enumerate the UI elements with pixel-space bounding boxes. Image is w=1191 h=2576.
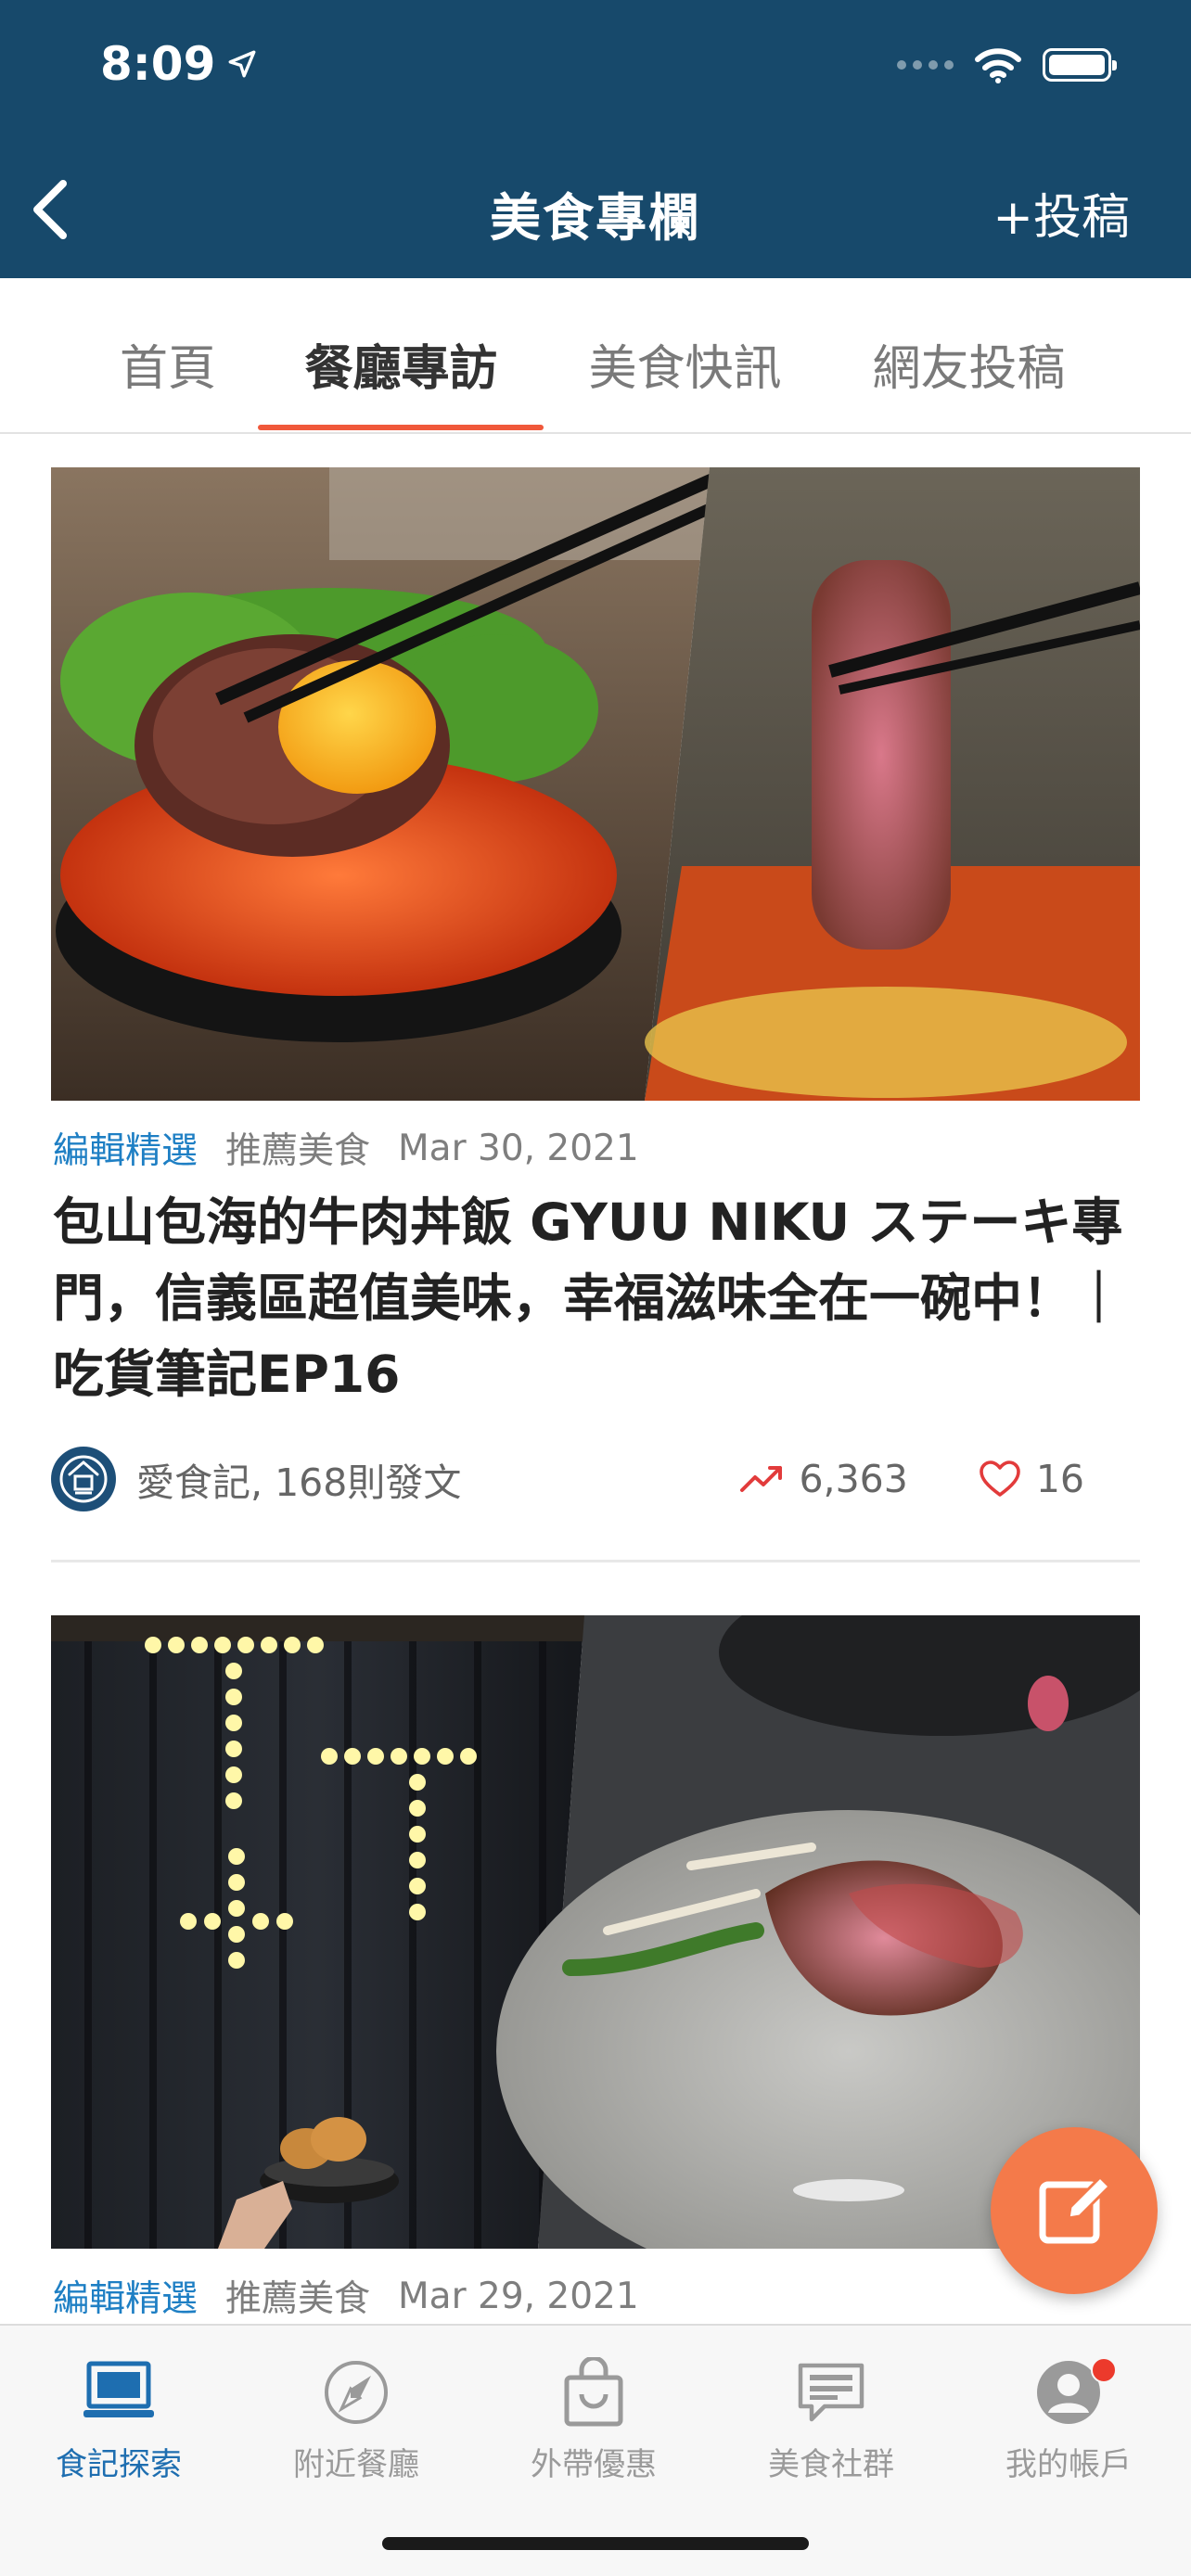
ifoodie-logo-icon (59, 1455, 108, 1503)
article-2-meta-row: 編輯精選 推薦美食 Mar 29, 2021 (53, 2270, 639, 2322)
article-1-title[interactable]: 包山包海的牛肉丼飯 GYUU NIKU ステーキ專門，信義區超值美味，幸福滋味全… (53, 1184, 1129, 1412)
laptop-icon (83, 2361, 154, 2417)
home-indicator[interactable] (382, 2537, 809, 2550)
post-date: Mar 29, 2021 (398, 2275, 639, 2317)
status-bar-time: 8:09 (100, 37, 258, 91)
category-tag[interactable]: 推薦美食 (225, 1122, 370, 1174)
tab-restaurant-interviews[interactable]: 餐廳專訪 (278, 329, 524, 399)
nav-label: 食記探索 (56, 2446, 182, 2483)
battery-icon (1043, 48, 1117, 82)
active-tab-indicator (258, 425, 544, 430)
article-divider (51, 1560, 1140, 1562)
article-1-author-row: 愛食記, 168則發文 6,363 16 (51, 1447, 1140, 1511)
nav-label: 外帶優惠 (531, 2446, 657, 2483)
nav-my-account[interactable]: 我的帳戶 (950, 2353, 1187, 2484)
nav-explore[interactable]: 食記探索 (0, 2353, 237, 2484)
article-1-stats: 6,363 16 (739, 1457, 1140, 1501)
bag-icon (564, 2357, 623, 2427)
trending-up-icon (740, 1466, 783, 1492)
article-1-image[interactable] (51, 467, 1140, 1101)
compass-icon (325, 2361, 388, 2424)
heart-icon[interactable] (979, 1460, 1021, 1498)
category-tag[interactable]: 推薦美食 (225, 2270, 370, 2322)
status-bar-indicators (897, 46, 1117, 83)
tab-food-news[interactable]: 美食快訊 (562, 329, 808, 399)
author-avatar[interactable] (51, 1447, 116, 1511)
wifi-icon (975, 48, 1021, 83)
tab-user-submissions[interactable]: 網友投稿 (846, 329, 1092, 399)
nav-label: 附近餐廳 (293, 2446, 419, 2483)
nav-takeout-deals[interactable]: 外帶優惠 (475, 2353, 712, 2484)
category-tabs: 首頁 餐廳專訪 美食快訊 網友投稿 (0, 278, 1191, 434)
cellular-signal-icon (897, 60, 954, 70)
location-arrow-icon (228, 50, 256, 78)
tab-home[interactable]: 首頁 (89, 329, 247, 399)
edit-icon (1039, 2175, 1111, 2244)
like-count: 16 (1035, 1457, 1084, 1501)
nav-label: 美食社群 (768, 2446, 894, 2483)
editor-pick-tag[interactable]: 編輯精選 (53, 2270, 198, 2322)
author-name[interactable]: 愛食記, 168則發文 (136, 1451, 461, 1507)
nav-label: 我的帳戶 (1005, 2446, 1132, 2483)
post-date: Mar 30, 2021 (398, 1127, 639, 1169)
submit-post-button[interactable]: +投稿 (992, 178, 1130, 248)
view-count: 6,363 (799, 1457, 908, 1501)
chat-icon (798, 2363, 864, 2422)
article-2-image[interactable] (51, 1615, 1140, 2249)
editor-pick-tag[interactable]: 編輯精選 (53, 1122, 198, 1174)
write-post-button[interactable] (991, 2127, 1158, 2294)
clock-text: 8:09 (100, 37, 216, 91)
article-1-meta-row: 編輯精選 推薦美食 Mar 30, 2021 (53, 1122, 639, 1174)
app-header: 8:09 美食專欄 +投稿 (0, 0, 1191, 278)
notification-badge (1091, 2357, 1117, 2383)
nav-community[interactable]: 美食社群 (712, 2353, 950, 2484)
nav-nearby[interactable]: 附近餐廳 (237, 2353, 475, 2484)
